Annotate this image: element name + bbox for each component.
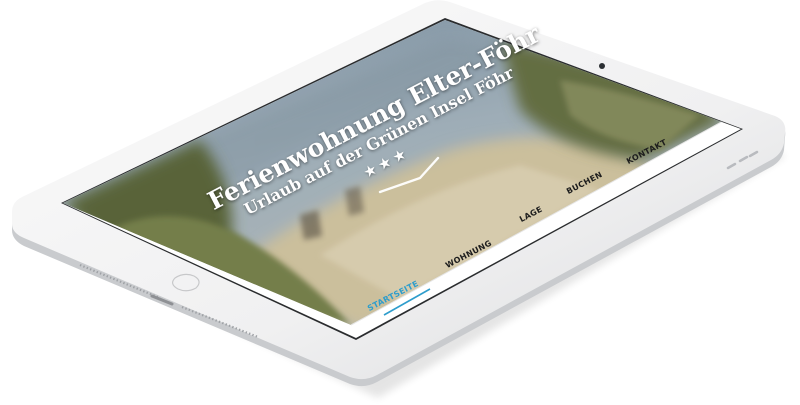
nav-item-kontakt[interactable]: KONTAKT (625, 138, 668, 166)
nav-item-lage[interactable]: LAGE (518, 205, 544, 224)
nav-item-buchen[interactable]: BUCHEN (565, 170, 604, 196)
hero-title: Ferienwohnung Elter-Föhr (203, 19, 545, 216)
hero-subtitle: Urlaub auf der Grünen Insel Föhr (241, 63, 517, 219)
website-screen: Ferienwohnung Elter-Föhr Urlaub auf der … (0, 0, 800, 405)
nav-item-wohnung[interactable]: WOHNUNG (444, 239, 493, 270)
nav-item-startseite[interactable]: STARTSEITE (366, 279, 420, 313)
